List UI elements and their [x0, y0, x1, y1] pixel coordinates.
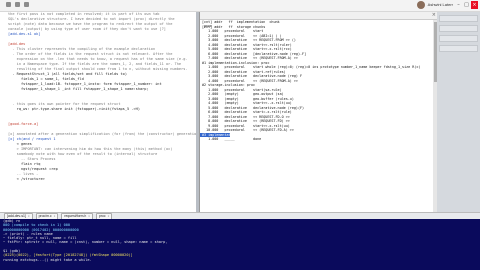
close-tab-icon[interactable]: ×: [88, 214, 90, 218]
profile-name: Ashwini Laterr: [427, 2, 453, 7]
minimize-button[interactable]: –: [455, 1, 462, 9]
close-button[interactable]: ×: [471, 1, 478, 9]
tab-label: proc/m.c: [38, 213, 52, 218]
editor-pane[interactable]: the first pass is not completed in resol…: [0, 12, 196, 212]
panel-line[interactable]: 1.000 procedural start whole (reg)=0; (r…: [200, 65, 438, 70]
console-pane[interactable]: (gdb) rn 000 (compile to check in 1) 000 0…: [0, 219, 480, 270]
window-controls: – □ ×: [455, 1, 478, 9]
panel-content[interactable]: [cnt] addr ff implementation chunk [cnt] …: [200, 20, 438, 142]
panel-line[interactable]: 10.000 procedural << (REQUEST-FD-A) >>: [200, 128, 438, 133]
panel-line[interactable]: 1.000 _____ done: [200, 137, 438, 142]
strip-row[interactable]: [439, 15, 478, 22]
panel-title: proc: [204, 23, 212, 28]
file-icon[interactable]: [15, 2, 20, 7]
side-strip: [437, 12, 480, 213]
user-profile[interactable]: Ashwini Laterr: [416, 1, 453, 9]
tab-label: [add-dev-s1]: [7, 213, 26, 218]
top-bar: Ashwini Laterr – □ ×: [0, 0, 480, 12]
panel-titlebar: proc ×: [200, 12, 438, 28]
tab-label: proc: [99, 213, 106, 218]
menu-icon[interactable]: [6, 2, 11, 7]
tab-label: request/form.h: [64, 213, 87, 218]
close-tab-icon[interactable]: ×: [28, 214, 30, 218]
toolbar-icons: [6, 2, 29, 7]
close-icon[interactable]: ×: [432, 12, 436, 19]
tab-bar: [add-dev-s1] × proc/m.c × request/form.h × pro…: [0, 212, 480, 220]
strip-row[interactable]: [439, 45, 478, 52]
close-tab-icon[interactable]: ×: [108, 214, 110, 218]
avatar: [416, 1, 425, 9]
strip-row[interactable]: [439, 25, 478, 32]
strip-row[interactable]: [439, 35, 478, 42]
close-tab-icon[interactable]: ×: [54, 214, 56, 218]
folder-icon[interactable]: [24, 2, 29, 7]
maximize-button[interactable]: □: [463, 1, 470, 9]
procedure-panel: proc × [cnt] addr ff implementation chun…: [199, 12, 438, 213]
